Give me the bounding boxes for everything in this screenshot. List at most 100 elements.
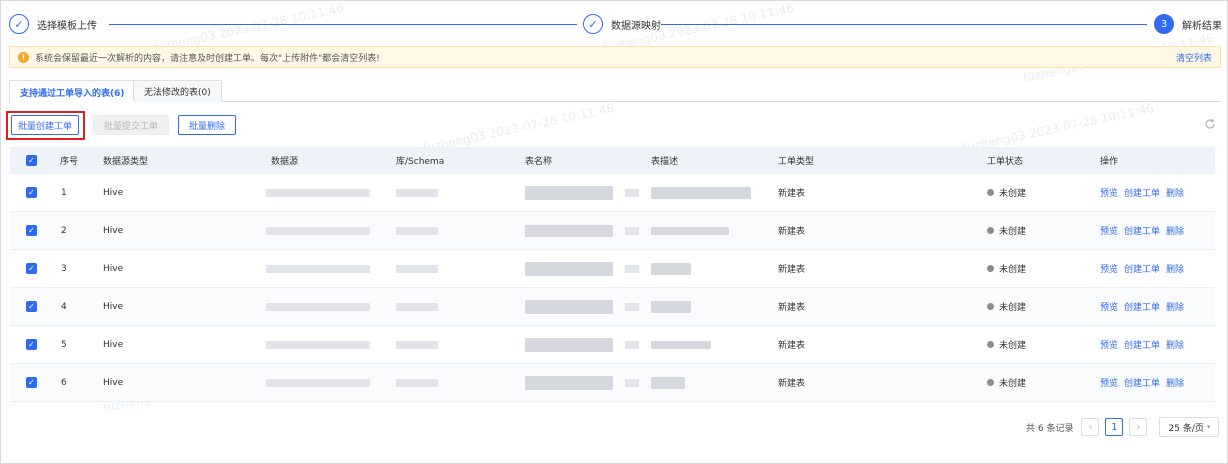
step-label: 解析结果 [1182, 20, 1222, 32]
row-actions: 预览 创建工单 删除 [1100, 364, 1190, 401]
check-icon: ✓ [9, 14, 29, 34]
ticket-status: 未创建 [987, 326, 1026, 363]
table-row: ✓ 5 Hive 新建表 未创建 预览 创建工单 删除 [10, 326, 1215, 364]
step-indicator: ✓ 选择模板上传 ✓ 数据源映射 3 解析结果 [9, 13, 1222, 35]
delete-link[interactable]: 删除 [1166, 300, 1184, 313]
delete-link[interactable]: 删除 [1166, 262, 1184, 275]
ticket-type: 新建表 [778, 189, 806, 199]
clear-list-link[interactable]: 清空列表 [1176, 51, 1212, 64]
row-checkbox[interactable]: ✓ [26, 212, 37, 249]
refresh-icon[interactable] [1204, 118, 1216, 130]
check-icon: ✓ [583, 14, 603, 34]
ticket-type: 新建表 [778, 227, 806, 237]
next-page-button[interactable]: › [1129, 418, 1148, 436]
tab-importable-tables[interactable]: 支持通过工单导入的表(6) [9, 80, 136, 103]
col-header: 数据源 [271, 157, 299, 167]
table-desc-redacted [651, 212, 729, 249]
row-actions: 预览 创建工单 删除 [1100, 250, 1190, 287]
table-desc-redacted [651, 174, 751, 211]
source-type: Hive [103, 225, 124, 236]
status-dot-icon [987, 265, 994, 272]
status-text: 未创建 [999, 189, 1027, 199]
table-row: ✓ 2 Hive 新建表 未创建 预览 创建工单 删除 [10, 212, 1215, 250]
datasource-redacted [266, 250, 370, 287]
row-checkbox[interactable]: ✓ [26, 364, 37, 401]
table-row: ✓ 3 Hive 新建表 未创建 预览 创建工单 删除 [10, 250, 1215, 288]
create-ticket-link[interactable]: 创建工单 [1124, 300, 1160, 313]
table-name-redacted [525, 174, 639, 211]
create-ticket-link[interactable]: 创建工单 [1124, 376, 1160, 389]
datasource-redacted [266, 326, 370, 363]
select-all-checkbox[interactable]: ✓ [26, 147, 37, 174]
preview-link[interactable]: 预览 [1100, 262, 1118, 275]
source-type: Hive [103, 187, 124, 198]
table-row: ✓ 4 Hive 新建表 未创建 预览 创建工单 删除 [10, 288, 1215, 326]
row-actions: 预览 创建工单 删除 [1100, 212, 1190, 249]
ticket-type: 新建表 [778, 341, 806, 351]
ticket-type: 新建表 [778, 379, 806, 389]
step-number: 3 [1154, 14, 1174, 34]
step-label: 数据源映射 [611, 20, 661, 32]
col-header: 序号 [60, 157, 79, 167]
col-header: 操作 [1100, 157, 1119, 167]
batch-delete-button[interactable]: 批量删除 [178, 115, 236, 135]
prev-page-button[interactable]: ‹ [1081, 418, 1100, 436]
delete-link[interactable]: 删除 [1166, 376, 1184, 389]
table-row: ✓ 6 Hive 新建表 未创建 预览 创建工单 删除 [10, 364, 1215, 402]
create-ticket-link[interactable]: 创建工单 [1124, 338, 1160, 351]
tab-unmodifiable-tables[interactable]: 无法修改的表(0) [133, 80, 222, 102]
row-checkbox[interactable]: ✓ [26, 326, 37, 363]
delete-link[interactable]: 删除 [1166, 224, 1184, 237]
schema-redacted [396, 364, 438, 401]
table-name-redacted [525, 326, 639, 363]
col-header: 数据源类型 [103, 157, 149, 167]
check-icon: ✓ [26, 225, 37, 236]
table-name-redacted [525, 364, 639, 401]
row-checkbox[interactable]: ✓ [26, 250, 37, 287]
page-size-label: 25 条/页 [1168, 423, 1204, 434]
col-header: 工单类型 [778, 157, 815, 167]
status-dot-icon [987, 303, 994, 310]
ticket-status: 未创建 [987, 288, 1026, 325]
create-ticket-link[interactable]: 创建工单 [1124, 262, 1160, 275]
page-1-button[interactable]: 1 [1105, 418, 1124, 436]
table-row: ✓ 1 Hive 新建表 未创建 预览 创建工单 删除 [10, 174, 1215, 212]
schema-redacted [396, 288, 438, 325]
row-checkbox[interactable]: ✓ [26, 288, 37, 325]
create-ticket-link[interactable]: 创建工单 [1124, 224, 1160, 237]
warning-icon: ! [18, 51, 29, 63]
status-text: 未创建 [999, 341, 1027, 351]
create-ticket-link[interactable]: 创建工单 [1124, 186, 1160, 199]
schema-redacted [396, 326, 438, 363]
preview-link[interactable]: 预览 [1100, 376, 1118, 389]
preview-link[interactable]: 预览 [1100, 186, 1118, 199]
step-label: 选择模板上传 [37, 20, 97, 32]
row-index: 6 [61, 377, 67, 388]
source-type: Hive [103, 301, 124, 312]
schema-redacted [396, 250, 438, 287]
warning-alert: ! 系统会保留最近一次解析的内容，请注意及时创建工单。每次"上传附件"都会清空列… [9, 46, 1221, 68]
col-header: 库/Schema [396, 157, 445, 167]
delete-link[interactable]: 删除 [1166, 186, 1184, 199]
batch-submit-button[interactable]: 批量提交工单 [93, 115, 169, 135]
step-mapping: ✓ 数据源映射 [583, 13, 661, 35]
row-actions: 预览 创建工单 删除 [1100, 174, 1190, 211]
check-icon: ✓ [26, 377, 37, 388]
step-connector [661, 24, 1147, 25]
preview-link[interactable]: 预览 [1100, 300, 1118, 313]
status-text: 未创建 [999, 379, 1027, 389]
source-type: Hive [103, 339, 124, 350]
table-desc-redacted [651, 326, 711, 363]
check-icon: ✓ [26, 187, 37, 198]
page-size-select[interactable]: 25 条/页 ▾ [1159, 417, 1220, 437]
preview-link[interactable]: 预览 [1100, 338, 1118, 351]
row-actions: 预览 创建工单 删除 [1100, 288, 1190, 325]
row-index: 4 [61, 301, 67, 312]
delete-link[interactable]: 删除 [1166, 338, 1184, 351]
status-dot-icon [987, 341, 994, 348]
preview-link[interactable]: 预览 [1100, 224, 1118, 237]
batch-create-button[interactable]: 批量创建工单 [11, 115, 79, 135]
ticket-status: 未创建 [987, 364, 1026, 401]
status-text: 未创建 [999, 303, 1027, 313]
row-checkbox[interactable]: ✓ [26, 174, 37, 211]
